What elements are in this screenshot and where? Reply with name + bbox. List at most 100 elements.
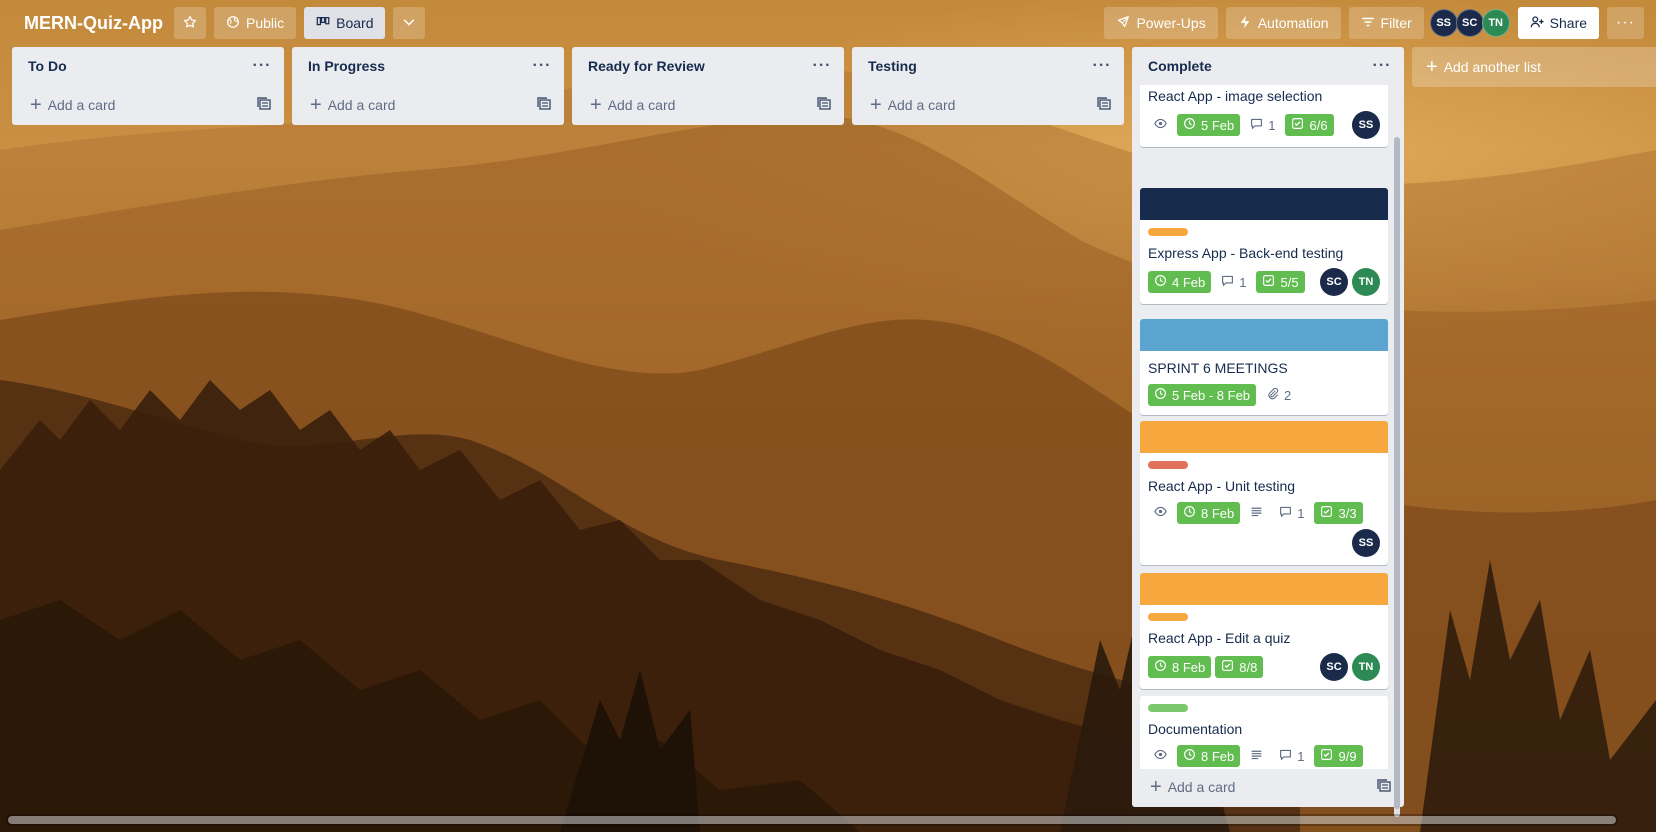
star-button[interactable] [173,7,206,39]
attachments-count: 2 [1284,387,1292,403]
description-badge [1244,502,1269,524]
board-view-button[interactable]: Board [304,7,386,39]
avatar[interactable]: SS [1429,9,1458,37]
more-icon[interactable]: ··· [248,52,276,80]
automation-label: Automation [1257,15,1329,31]
power-ups-label: Power-Ups [1136,15,1206,31]
plus-icon: + [870,94,882,116]
more-icon[interactable]: ··· [1088,52,1116,80]
due-date-badge[interactable]: 8 Feb [1177,745,1241,767]
due-date-badge[interactable]: 5 Feb - 8 Feb [1148,384,1257,406]
list-scrollbar[interactable] [1394,137,1400,817]
board-menu-button[interactable]: ··· [1607,7,1644,39]
list-title[interactable]: In Progress [308,58,385,74]
due-date-badge[interactable]: 8 Feb [1177,502,1241,524]
checklist-badge: 5/5 [1256,271,1305,293]
rocket-icon [1116,15,1130,32]
list-in-progress: In Progress ··· + Add a card [292,47,564,125]
template-icon[interactable] [1096,96,1112,115]
list-title[interactable]: Ready for Review [588,58,705,74]
add-card-button[interactable]: + Add a card [870,94,955,116]
comments-count: 1 [1239,274,1247,290]
avatar[interactable]: SC [1320,268,1348,296]
list-title[interactable]: Complete [1148,58,1212,74]
add-card-button[interactable]: + Add a card [30,95,116,115]
avatar[interactable]: TN [1352,268,1380,296]
checklist-count: 3/3 [1338,505,1357,521]
comment-icon [1250,117,1263,133]
more-icon[interactable]: ··· [528,52,556,80]
checklist-icon [1320,748,1333,764]
plus-icon: + [590,94,602,116]
list-title[interactable]: Testing [868,58,917,74]
due-date-badge[interactable]: 4 Feb [1148,271,1212,293]
clock-icon [1154,274,1167,290]
due-date-text: 5 Feb - 8 Feb [1172,387,1251,403]
card-sprint-6-meetings[interactable]: SPRINT 6 MEETINGS 5 Feb - 8 Feb 2 [1140,319,1388,415]
card-label[interactable] [1148,461,1188,469]
checklist-badge: 6/6 [1285,114,1334,136]
card-react-app-image-selection[interactable]: React App - image selection 5 Feb 1 6/6 … [1140,85,1388,147]
plus-icon: + [310,94,322,116]
template-icon[interactable] [536,96,552,115]
template-icon[interactable] [256,96,272,115]
add-card-button[interactable]: + Add a card [310,94,395,116]
comments-count: 1 [1297,748,1305,764]
board-title[interactable]: MERN-Quiz-App [12,7,174,39]
clock-icon [1154,659,1167,675]
add-card-button[interactable]: + Add a card [590,94,675,116]
template-icon[interactable] [816,96,832,115]
card-list: React App - image selection 5 Feb 1 6/6 … [1132,85,1404,769]
card-label[interactable] [1148,613,1188,621]
more-icon[interactable]: ··· [808,52,836,80]
share-button[interactable]: Share [1517,7,1600,39]
checklist-icon [1262,274,1275,290]
avatar[interactable]: SS [1352,111,1380,139]
avatar[interactable]: TN [1352,653,1380,681]
card-title: React App - Unit testing [1148,478,1296,494]
card-documentation[interactable]: Documentation 8 Feb 1 9/9 SS SC TN [1140,696,1388,769]
filter-label: Filter [1380,15,1412,31]
add-list-button[interactable]: + Add another list [1412,47,1656,87]
power-ups-button[interactable]: Power-Ups [1104,7,1218,39]
globe-icon [226,15,240,32]
lightning-icon [1238,15,1252,32]
card-label[interactable] [1148,228,1188,236]
clock-icon [1183,117,1196,133]
due-date-badge[interactable]: 5 Feb [1177,114,1241,136]
filter-button[interactable]: Filter [1348,7,1424,39]
avatar[interactable]: TN [1481,9,1510,37]
plus-icon: + [1150,776,1162,798]
more-icon[interactable]: ··· [1368,52,1396,80]
due-date-text: 8 Feb [1201,748,1235,764]
list-title[interactable]: To Do [28,58,67,74]
automation-button[interactable]: Automation [1225,7,1341,39]
clock-icon [1183,748,1196,764]
template-icon[interactable] [1376,778,1392,797]
plus-icon: + [1426,56,1438,78]
card-react-app-unit-testing[interactable]: React App - Unit testing 8 Feb 1 3/3 SS [1140,421,1388,565]
card-react-app-edit-a-quiz[interactable]: React App - Edit a quiz 8 Feb 8/8 SC TN [1140,573,1388,689]
visibility-button[interactable]: Public [213,7,297,39]
board-horizontal-scrollbar[interactable] [6,814,1618,826]
checklist-badge: 3/3 [1314,502,1363,524]
description-icon [1250,505,1263,521]
view-switcher-button[interactable] [393,7,426,39]
avatar[interactable]: SC [1455,9,1484,37]
avatar[interactable]: SS [1352,529,1380,557]
card-cover [1140,421,1388,453]
add-card-label: Add a card [47,97,116,113]
description-icon [1250,748,1263,764]
comments-count: 1 [1297,505,1305,521]
share-icon [1530,15,1544,32]
add-card-button[interactable]: + Add a card [1150,776,1235,798]
avatar[interactable]: SC [1320,653,1348,681]
comments-badge: 1 [1273,502,1310,524]
due-date-badge[interactable]: 8 Feb [1148,656,1212,678]
checklist-count: 9/9 [1338,748,1357,764]
card-express-app-back-end-testing[interactable]: Express App - Back-end testing 4 Feb 1 5… [1140,188,1388,304]
attachments-badge: 2 [1260,384,1297,406]
card-label[interactable] [1148,704,1188,712]
description-badge [1244,745,1269,767]
card-title: React App - image selection [1148,88,1323,104]
